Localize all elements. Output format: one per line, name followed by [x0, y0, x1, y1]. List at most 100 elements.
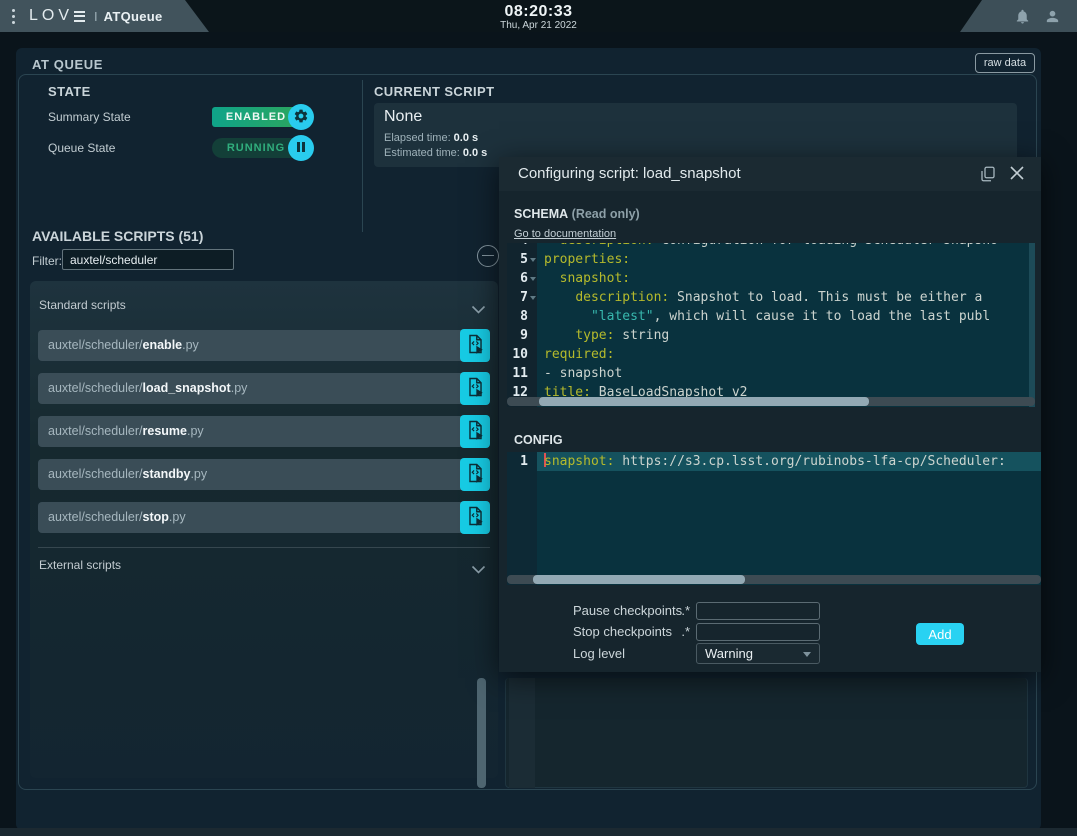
section-divider — [362, 80, 363, 232]
pause-checkpoints-input[interactable] — [696, 602, 820, 620]
line-number: 4 — [507, 243, 537, 250]
pause-icon — [295, 141, 307, 156]
queue-state-label: Queue State — [48, 141, 115, 155]
current-script-section-title: CURRENT SCRIPT — [374, 84, 494, 99]
panel-title: AT QUEUE — [32, 57, 103, 72]
chevron-down-icon — [471, 301, 486, 319]
summary-state-badge: ENABLED — [212, 107, 300, 127]
pause-checkpoints-label: Pause checkpoints — [573, 603, 682, 618]
code-line: 1snapshot: https://s3.cp.lsst.org/rubino… — [507, 452, 1041, 471]
page-footer-strip — [0, 828, 1077, 836]
queue-card-fragment — [505, 678, 1028, 788]
script-item[interactable]: auxtel/scheduler/resume.py — [38, 416, 490, 447]
logo-e-icon — [74, 11, 85, 22]
code-line: 9 type: string — [507, 326, 1035, 345]
log-level-label: Log level — [573, 646, 625, 661]
launch-script-button[interactable] — [460, 501, 490, 534]
code-line: 4 description: Configuration for loading… — [507, 243, 1035, 250]
elapsed-time-row: Elapsed time:0.0 s — [384, 132, 478, 144]
summary-state-settings-button[interactable] — [288, 104, 314, 130]
estimated-time-row: Estimated time:0.0 s — [384, 147, 487, 159]
queue-pause-button[interactable] — [288, 135, 314, 161]
gear-icon — [293, 108, 309, 127]
fold-marker-icon[interactable] — [530, 296, 536, 300]
code-line: 8 "latest", which will cause it to load … — [507, 307, 1035, 326]
app-name: ATQueue — [104, 9, 163, 24]
script-launch-icon — [467, 420, 484, 443]
scrollbar-thumb[interactable] — [539, 397, 869, 406]
filter-label: Filter: — [32, 254, 62, 268]
copy-icon[interactable] — [979, 165, 997, 186]
script-launch-icon — [467, 377, 484, 400]
stop-checkpoints-suffix: .* — [676, 624, 690, 639]
chevron-down-icon — [471, 561, 486, 579]
code-text: description: Configuration for loading S… — [537, 243, 1035, 250]
line-number: 7 — [507, 288, 537, 307]
stop-checkpoints-input[interactable] — [696, 623, 820, 641]
group-external-scripts[interactable]: External scripts — [30, 555, 498, 579]
filter-input[interactable] — [62, 249, 234, 270]
script-path: auxtel/scheduler/standby.py — [48, 467, 207, 481]
script-item[interactable]: auxtel/scheduler/stop.py — [38, 502, 490, 533]
code-text: description: Snapshot to load. This must… — [537, 288, 1035, 307]
code-line: 11- snapshot — [507, 364, 1035, 383]
script-launch-icon — [467, 334, 484, 357]
log-level-select[interactable]: Warning — [696, 643, 820, 664]
raw-data-button[interactable]: raw data — [975, 53, 1035, 73]
add-button[interactable]: Add — [916, 623, 964, 645]
line-number: 11 — [507, 364, 537, 383]
bell-icon[interactable] — [1014, 8, 1031, 25]
queue-card-column — [509, 678, 535, 788]
script-item[interactable]: auxtel/scheduler/standby.py — [38, 459, 490, 490]
config-editor[interactable]: 1snapshot: https://s3.cp.lsst.org/rubino… — [507, 452, 1041, 585]
close-icon[interactable] — [1009, 165, 1025, 184]
code-text: properties: — [537, 250, 1035, 269]
top-bar: LOV I ATQueue 08:20:33 Thu, Apr 21 2022 — [0, 0, 1077, 32]
launch-script-button[interactable] — [460, 372, 490, 405]
documentation-link[interactable]: Go to documentation — [514, 228, 616, 240]
schema-vertical-scrollbar[interactable] — [1029, 243, 1035, 407]
script-path: auxtel/scheduler/load_snapshot.py — [48, 381, 247, 395]
current-script-name: None — [384, 108, 422, 126]
script-item[interactable]: auxtel/scheduler/load_snapshot.py — [38, 373, 490, 404]
fold-marker-icon[interactable] — [530, 258, 536, 262]
code-line: 6 snapshot: — [507, 269, 1035, 288]
logo-separator: I — [94, 9, 98, 24]
modal-title: Configuring script: load_snapshot — [518, 165, 741, 182]
app-header-right — [952, 0, 1077, 32]
line-number: 8 — [507, 307, 537, 326]
config-horizontal-scrollbar — [507, 575, 1041, 584]
launch-script-button[interactable] — [460, 458, 490, 491]
group-standard-scripts[interactable]: Standard scripts — [30, 295, 498, 319]
script-launch-icon — [467, 506, 484, 529]
fold-marker-icon[interactable] — [530, 277, 536, 281]
user-icon[interactable] — [1044, 8, 1061, 25]
kebab-menu-icon[interactable] — [12, 9, 15, 24]
launch-script-button[interactable] — [460, 415, 490, 448]
log-level-value: Warning — [705, 646, 753, 661]
collapse-minus-icon[interactable] — [477, 245, 499, 267]
code-line: 7 description: Snapshot to load. This mu… — [507, 288, 1035, 307]
line-number: 10 — [507, 345, 537, 364]
script-launch-icon — [467, 463, 484, 486]
app-header-left: LOV I ATQueue — [0, 0, 212, 32]
config-heading: CONFIG — [514, 433, 563, 447]
queue-state-badge: RUNNING — [212, 138, 300, 158]
queue-scrollbar[interactable] — [477, 678, 486, 788]
script-item[interactable]: auxtel/scheduler/enable.py — [38, 330, 490, 361]
summary-state-label: Summary State — [48, 110, 131, 124]
modal-header: Configuring script: load_snapshot — [499, 157, 1041, 191]
script-path: auxtel/scheduler/stop.py — [48, 510, 186, 524]
line-number: 5 — [507, 250, 537, 269]
line-number: 6 — [507, 269, 537, 288]
scrollbar-thumb[interactable] — [533, 575, 745, 584]
dropdown-caret-icon — [803, 652, 811, 657]
line-number: 1 — [507, 452, 537, 471]
available-scripts-title: AVAILABLE SCRIPTS (51) — [32, 228, 203, 244]
logo-text: LOV — [29, 7, 73, 25]
stop-checkpoints-label: Stop checkpoints — [573, 624, 672, 639]
schema-heading: SCHEMA (Read only) — [514, 207, 640, 221]
group-label: External scripts — [39, 558, 121, 572]
launch-script-button[interactable] — [460, 329, 490, 362]
schema-editor[interactable]: 4 description: Configuration for loading… — [507, 243, 1035, 407]
